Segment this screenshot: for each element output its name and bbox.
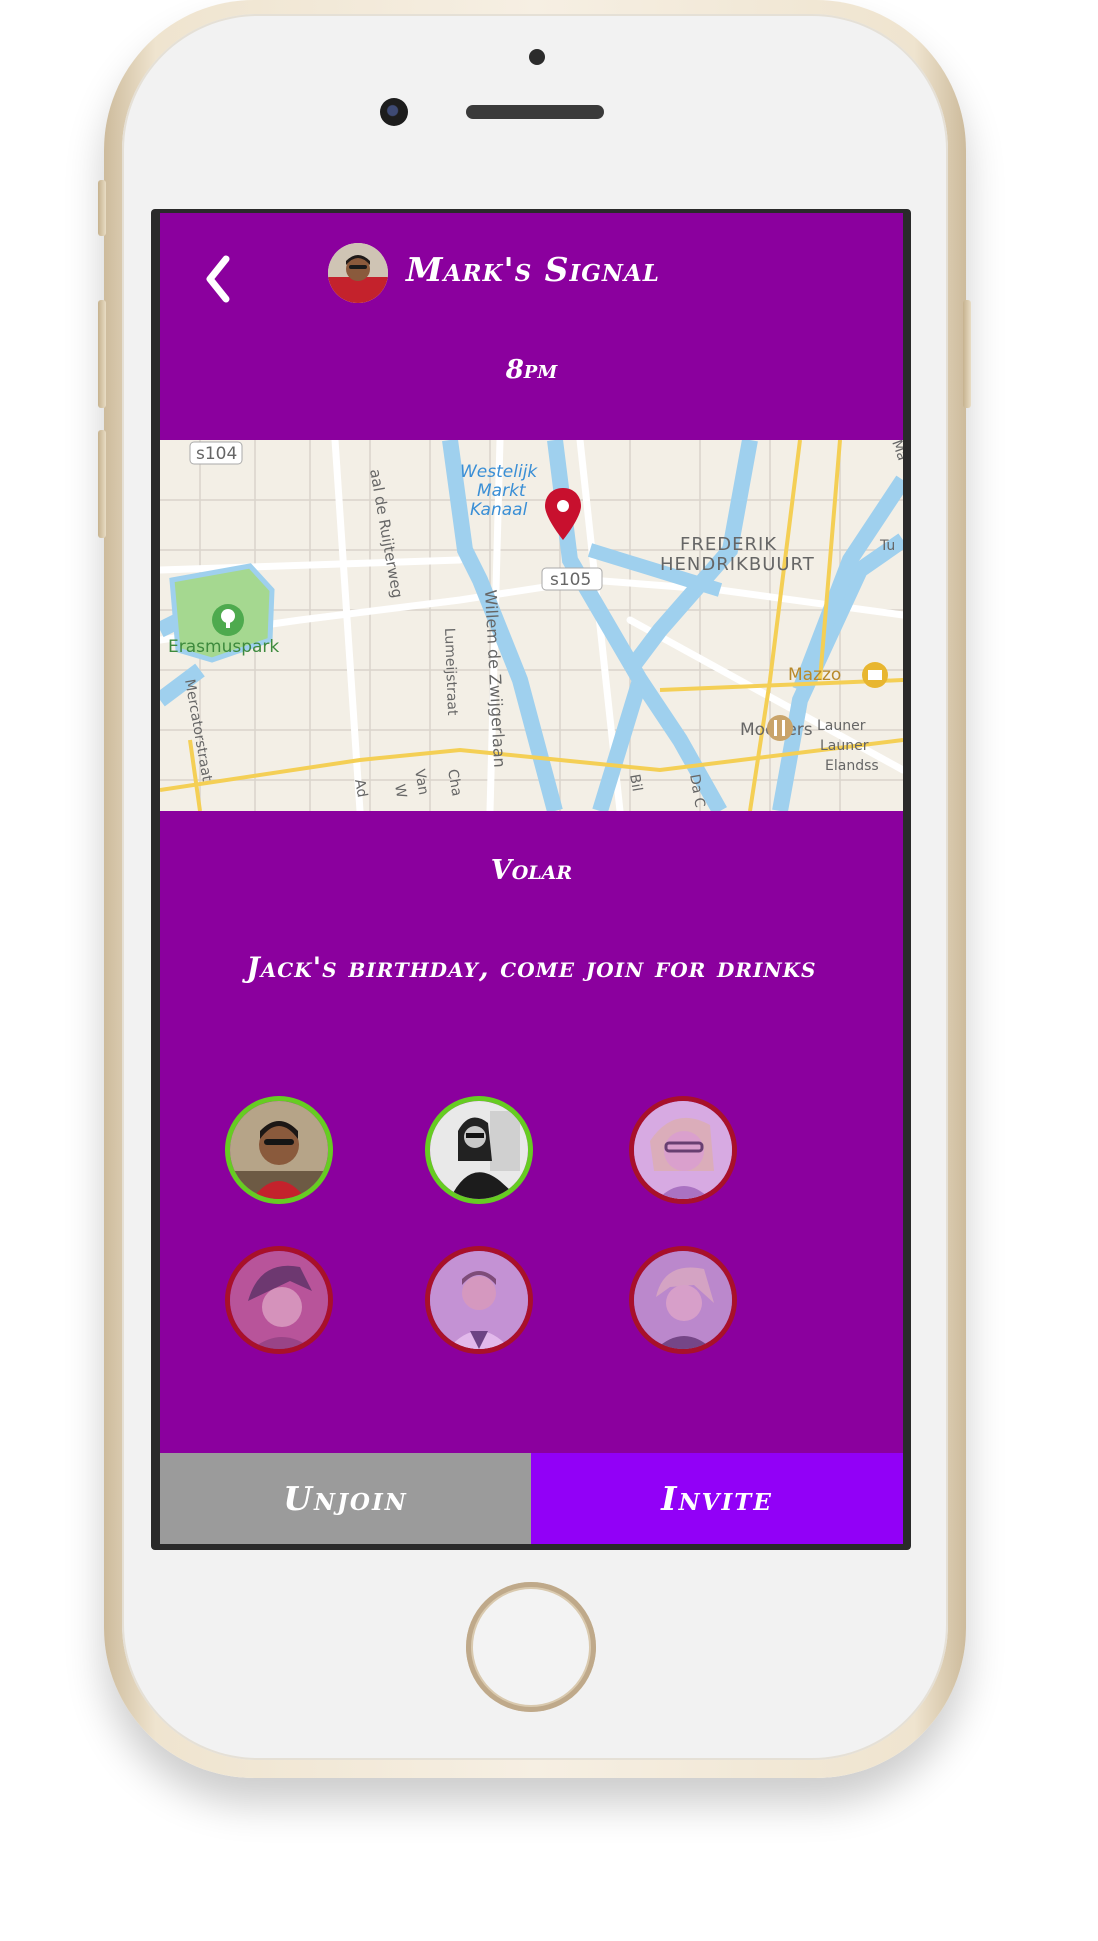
host-avatar[interactable] bbox=[328, 243, 388, 303]
map-label-ad: Ad bbox=[351, 778, 370, 799]
front-camera bbox=[380, 98, 408, 126]
map-label-w: W bbox=[391, 783, 409, 800]
attendee-avatar[interactable] bbox=[225, 1096, 333, 1204]
map-label-lumeijstraat: Lumeijstraat bbox=[441, 628, 460, 717]
home-button[interactable] bbox=[466, 1582, 596, 1712]
map-label-markt: Markt bbox=[477, 481, 527, 501]
map-label-kanaal: Kanaal bbox=[470, 500, 528, 520]
mute-switch bbox=[98, 180, 106, 236]
restaurant-poi-icon bbox=[767, 715, 793, 741]
event-description: Jack's birthday, come join for drinks bbox=[246, 951, 817, 984]
attendee-avatar[interactable] bbox=[225, 1246, 333, 1354]
attendee-avatar[interactable] bbox=[425, 1246, 533, 1354]
map-label-mazzo: Mazzo bbox=[788, 665, 841, 685]
map-label-erasmuspark: Erasmuspark bbox=[168, 637, 279, 657]
volume-up-button bbox=[98, 300, 106, 408]
map-label-launer-1: Launer bbox=[817, 718, 866, 734]
location-map[interactable]: s104 s105 FREDERIK HENDRIKBUURT Moeders … bbox=[160, 436, 903, 815]
map-label-bil: Bil bbox=[626, 773, 645, 793]
volume-down-button bbox=[98, 430, 106, 538]
map-label-launer-2: Launer bbox=[820, 738, 869, 754]
app-screen: Mark's Signal 8pm s104 s105 FREDERIK HEN… bbox=[160, 213, 903, 1544]
map-label-hendrikbuurt: HENDRIKBUURT bbox=[660, 554, 815, 575]
signal-title: Mark's Signal bbox=[406, 250, 660, 289]
map-label-s104: s104 bbox=[196, 444, 237, 464]
unjoin-button[interactable]: Unjoin bbox=[160, 1453, 531, 1544]
invite-button[interactable]: Invite bbox=[531, 1453, 903, 1544]
map-label-tu: Tu bbox=[879, 538, 895, 554]
bar-poi-icon bbox=[862, 662, 888, 688]
map-label-s105: s105 bbox=[550, 570, 591, 590]
map-label-westelijk: Westelijk bbox=[460, 462, 538, 482]
map-label-elandss: Elandss bbox=[825, 758, 879, 774]
attendee-avatar[interactable] bbox=[629, 1246, 737, 1354]
power-button bbox=[963, 300, 971, 408]
venue-name: Volar bbox=[490, 855, 573, 886]
earpiece-speaker bbox=[466, 105, 604, 119]
back-button[interactable] bbox=[196, 249, 246, 309]
attendee-avatar[interactable] bbox=[425, 1096, 533, 1204]
attendee-avatar[interactable] bbox=[629, 1096, 737, 1204]
header: Mark's Signal bbox=[160, 213, 903, 333]
front-sensor bbox=[529, 49, 545, 65]
chevron-left-icon bbox=[206, 255, 230, 303]
event-time: 8pm bbox=[505, 355, 558, 385]
map-label-frederik: FREDERIK bbox=[680, 534, 777, 555]
action-bar: Unjoin Invite bbox=[160, 1453, 903, 1544]
